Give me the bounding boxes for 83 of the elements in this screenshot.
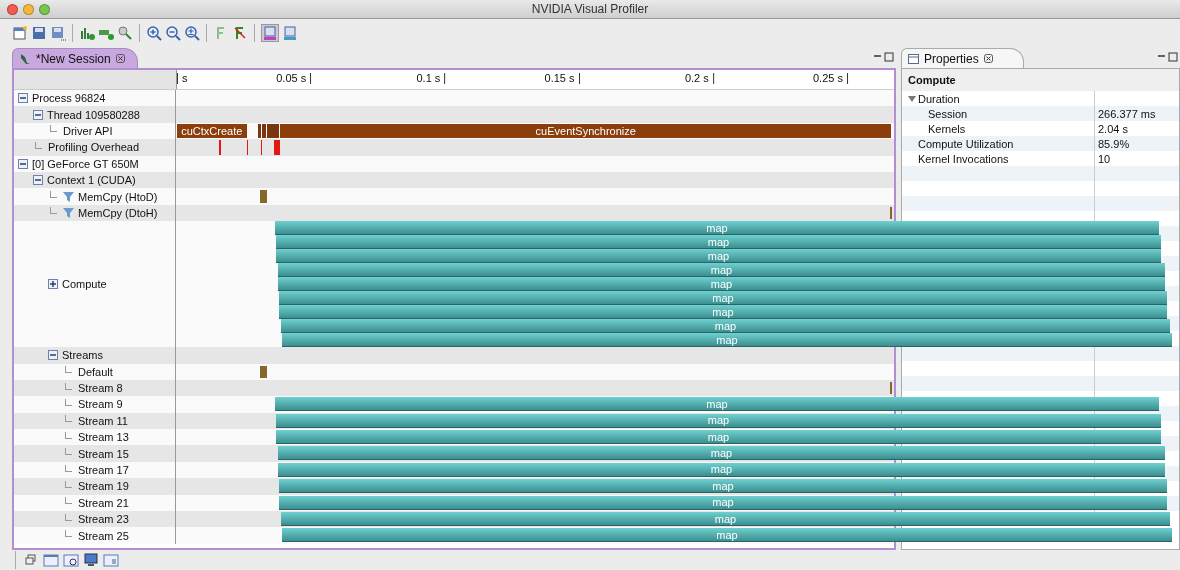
tree-item[interactable]: Default xyxy=(78,365,113,378)
property-value: 266.377 ms xyxy=(1097,106,1156,121)
collapse-icon[interactable] xyxy=(18,93,28,104)
ruler-tick: 0.1 s xyxy=(412,73,446,84)
collapse-icon[interactable] xyxy=(48,350,58,361)
save-as-icon[interactable] xyxy=(50,24,66,41)
session-icon xyxy=(19,52,31,65)
tree-item[interactable]: Profiling Overhead xyxy=(48,141,140,154)
tree-item[interactable]: Context 1 (CUDA) xyxy=(47,174,136,187)
properties-tab[interactable]: Properties xyxy=(901,48,1024,68)
collapse-icon[interactable] xyxy=(33,175,43,186)
tree-item[interactable]: Stream 23 xyxy=(78,513,129,526)
tree-connector xyxy=(65,530,72,538)
overhead-mark[interactable] xyxy=(219,140,222,155)
memcpy-bar[interactable] xyxy=(260,190,268,203)
window-controls-icon[interactable] xyxy=(1156,52,1178,62)
restore-icon[interactable] xyxy=(23,552,39,568)
close-icon[interactable] xyxy=(115,54,125,63)
monitor-icon[interactable] xyxy=(83,552,99,568)
session-tab[interactable]: *New Session xyxy=(12,48,138,68)
flag-clear-icon[interactable] xyxy=(232,24,248,41)
collapse-icon[interactable] xyxy=(18,158,28,169)
property-name: Kernel Invocations xyxy=(918,152,1009,165)
overhead-mark[interactable] xyxy=(274,140,281,155)
tree-item[interactable]: Stream 21 xyxy=(78,496,129,509)
maximize-button[interactable] xyxy=(39,3,50,15)
tree-item[interactable]: [0] GeForce GT 650M xyxy=(32,157,139,170)
window-chart-icon[interactable] xyxy=(43,552,59,568)
tree-item[interactable]: Stream 9 xyxy=(78,398,123,411)
tree-item[interactable]: Process 96824 xyxy=(32,92,106,105)
overhead-mark[interactable] xyxy=(261,140,263,155)
magnifier-icon[interactable] xyxy=(117,24,133,41)
property-value: 2.04 s xyxy=(1097,121,1128,136)
close-icon[interactable] xyxy=(983,54,993,63)
window-search-icon[interactable] xyxy=(63,552,79,568)
tree-item[interactable]: MemCpy (HtoD) xyxy=(78,190,158,203)
minimize-button[interactable] xyxy=(23,3,34,15)
property-name: Compute Utilization xyxy=(918,137,1014,150)
close-button[interactable] xyxy=(7,3,18,15)
table-icon xyxy=(908,53,919,64)
tree-item[interactable]: Thread 109580288 xyxy=(47,108,140,121)
tree-connector xyxy=(65,399,72,406)
properties-heading: Compute xyxy=(902,69,1179,91)
ruler-tick: 0.2 s xyxy=(680,73,714,84)
ruler-tick: 0.05 s xyxy=(272,73,312,84)
property-name: Kernels xyxy=(928,122,966,135)
window-controls-icon[interactable] xyxy=(872,52,894,62)
property-name: Session xyxy=(928,107,968,120)
expanded-arrow-icon[interactable] xyxy=(908,94,916,103)
tree-item[interactable]: Compute xyxy=(62,278,107,291)
property-value: 85.9% xyxy=(1097,136,1130,151)
api-call-bar[interactable] xyxy=(262,123,267,139)
api-call-bar[interactable]: cuCtxCreate xyxy=(177,123,247,139)
property-name: Duration xyxy=(918,92,960,105)
zoom-out-icon[interactable] xyxy=(165,24,181,41)
ruler-tick: 0.15 s xyxy=(540,73,580,84)
save-icon[interactable] xyxy=(31,24,47,41)
kernel-view-icon[interactable] xyxy=(261,23,279,42)
tree-item[interactable]: Stream 25 xyxy=(78,529,129,542)
tree-item[interactable]: Driver API xyxy=(63,124,113,137)
ruler-tick: 0.25 s xyxy=(808,73,848,84)
tree-item[interactable]: Stream 11 xyxy=(78,414,128,427)
property-value: 10 xyxy=(1097,151,1111,166)
window-title: NVIDIA Visual Profiler xyxy=(530,2,650,16)
tree-item[interactable]: Stream 15 xyxy=(78,447,129,460)
tree-item[interactable]: Stream 13 xyxy=(78,431,129,444)
overhead-mark[interactable] xyxy=(247,140,249,155)
zoom-in-icon[interactable] xyxy=(146,24,162,41)
expand-icon[interactable] xyxy=(48,279,58,290)
new-session-icon[interactable] xyxy=(12,24,28,41)
api-call-bar[interactable] xyxy=(258,123,262,139)
tree-item[interactable]: Streams xyxy=(62,349,103,362)
tree-item[interactable]: MemCpy (DtoH) xyxy=(78,206,158,219)
tree-item[interactable]: Stream 17 xyxy=(78,464,129,477)
ruler-tick: s xyxy=(177,73,192,84)
zoom-fit-icon[interactable] xyxy=(184,24,200,41)
memcpy-bar[interactable] xyxy=(260,365,268,378)
api-call-bar[interactable] xyxy=(267,123,280,139)
stream-view-icon[interactable] xyxy=(282,24,298,41)
api-call-bar[interactable]: cuEventSynchronize xyxy=(280,123,892,139)
tree-item[interactable]: Stream 8 xyxy=(78,382,123,395)
collapse-icon[interactable] xyxy=(33,109,43,120)
tree-item[interactable]: Stream 19 xyxy=(78,480,129,493)
